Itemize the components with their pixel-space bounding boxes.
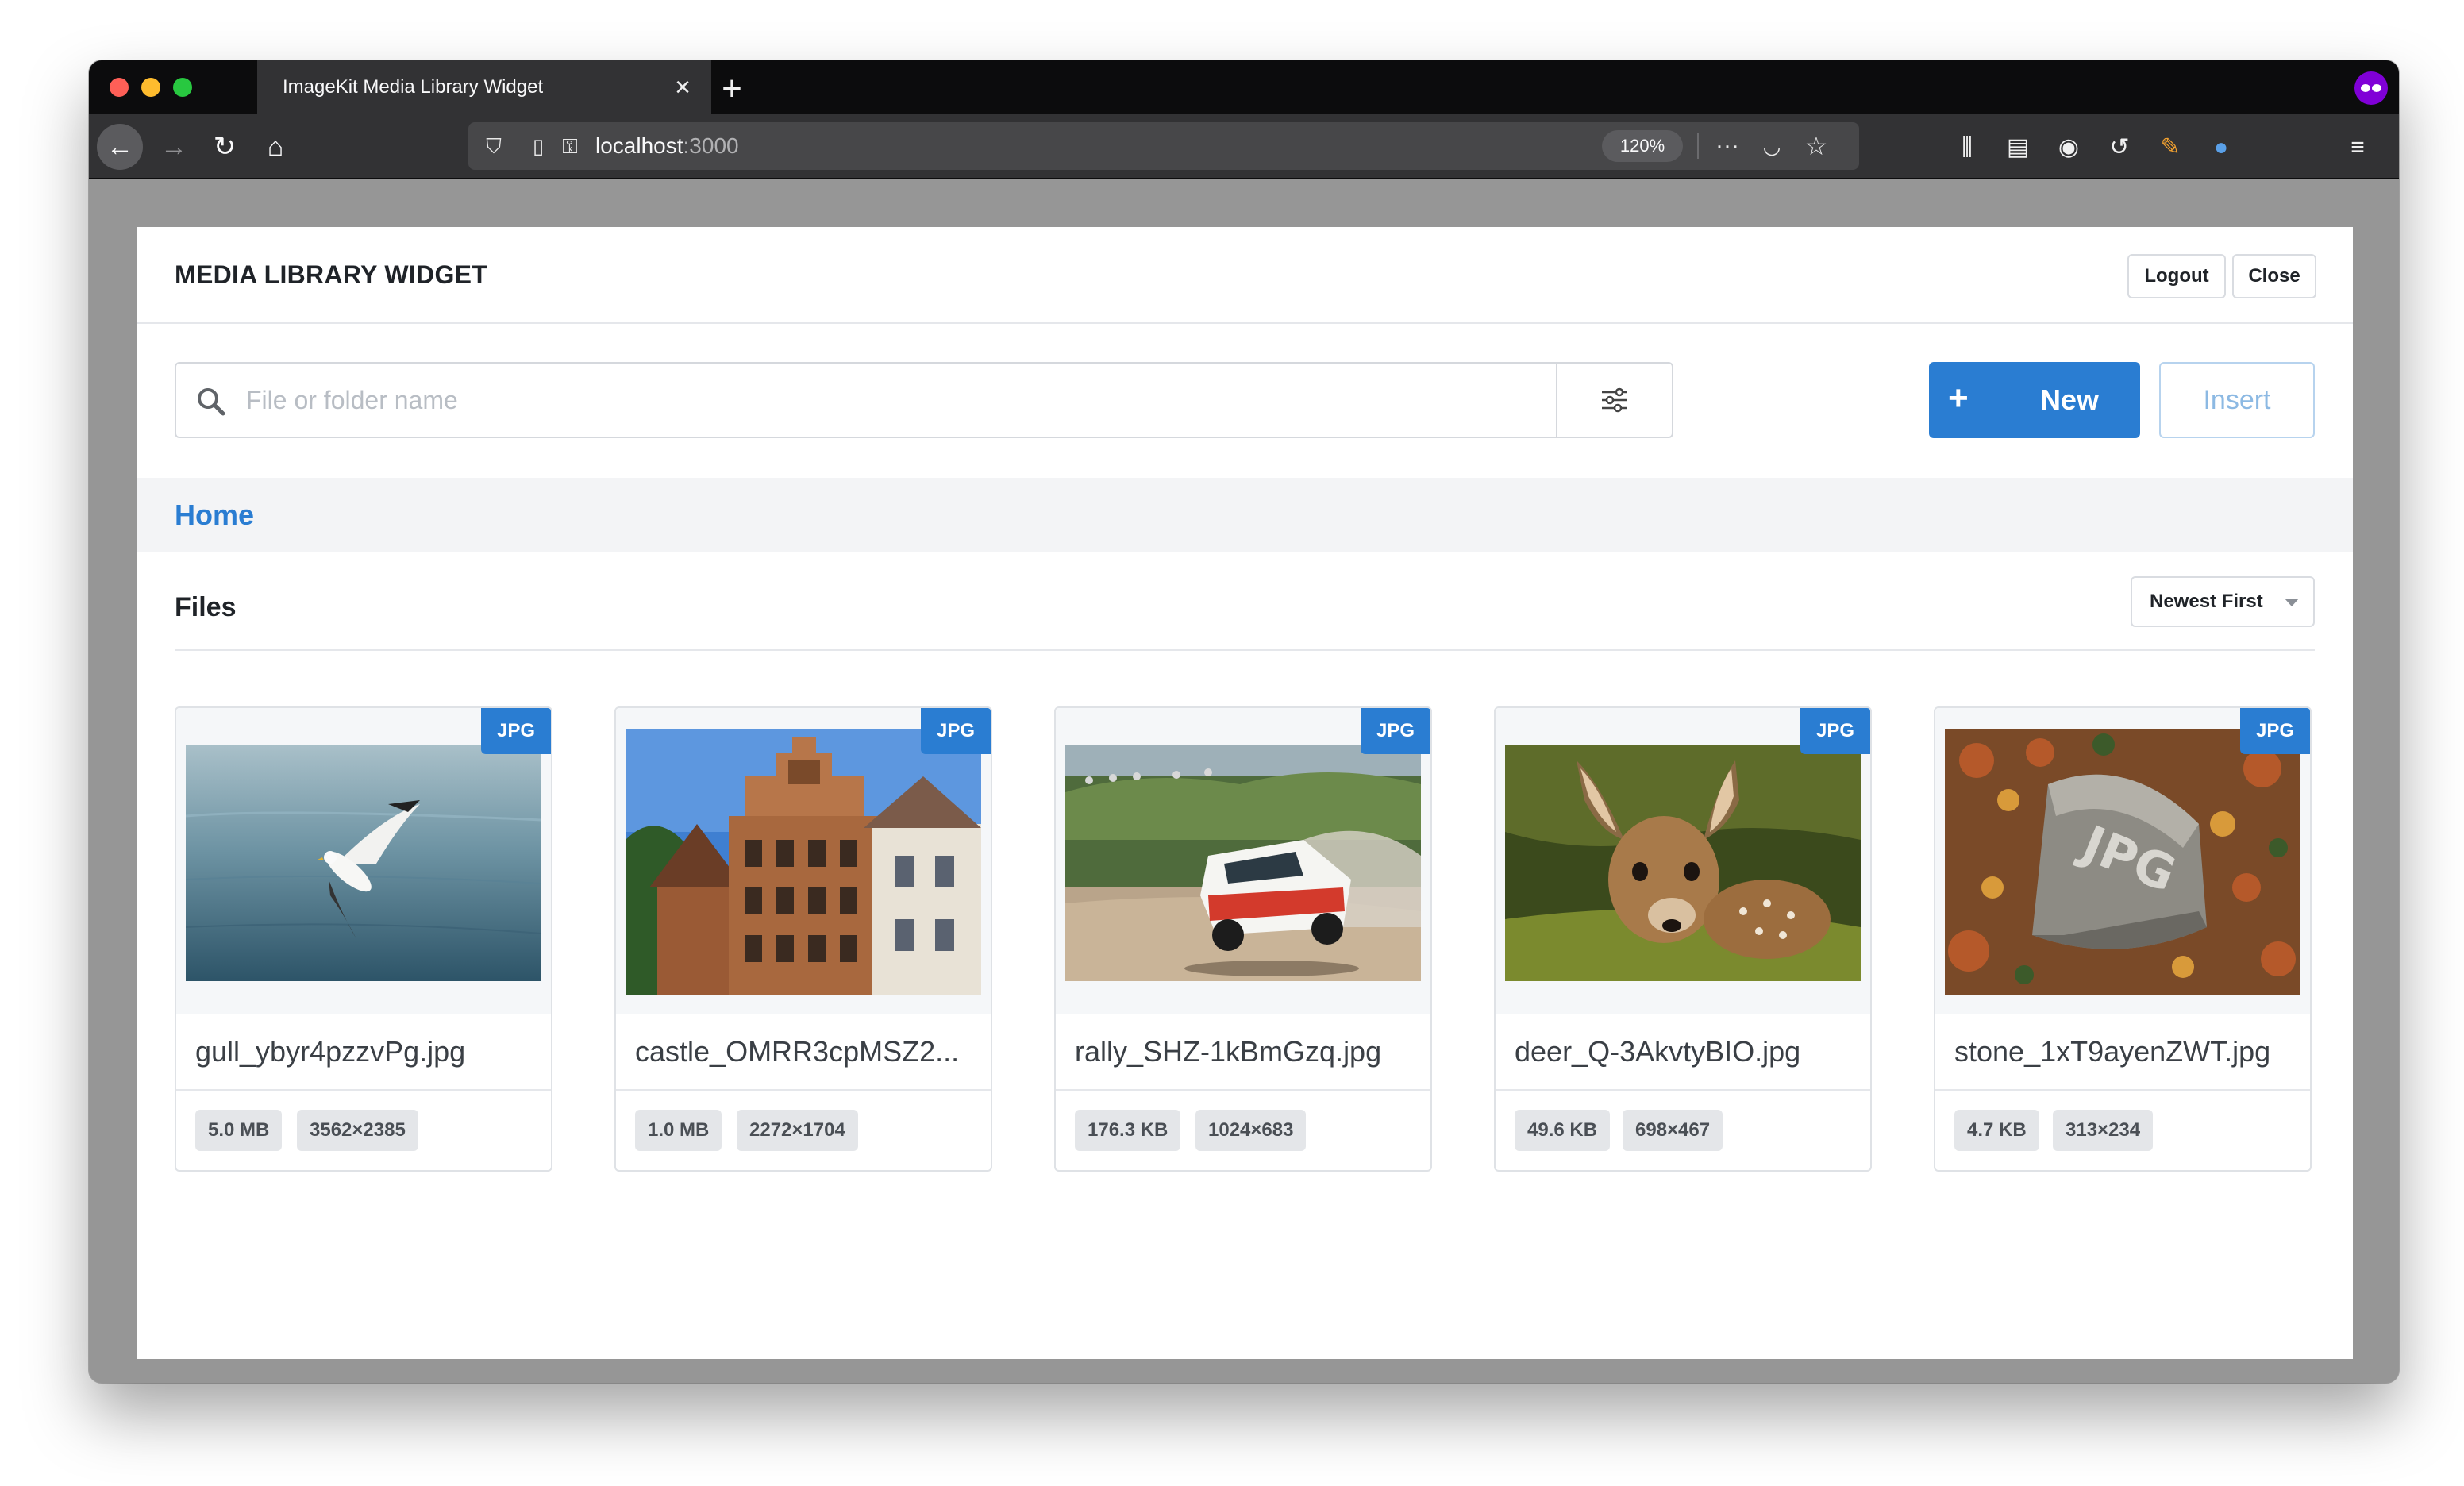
divider (1056, 1089, 1430, 1091)
bookmark-star-icon[interactable]: ☆ (1802, 132, 1831, 160)
file-name: gull_ybyr4pzzvPg.jpg (195, 1035, 466, 1068)
new-button-label: New (2040, 383, 2100, 416)
new-tab-icon[interactable]: + (710, 67, 754, 111)
file-thumbnail (1065, 745, 1421, 981)
divider (175, 649, 2315, 651)
file-dimensions-chip: 3562×2385 (297, 1110, 418, 1151)
file-thumbnail (1505, 745, 1861, 981)
file-thumbnail: JPG (1945, 729, 2300, 995)
sort-selected-value: Newest First (2150, 591, 2263, 612)
address-bar[interactable]: ⛉ ▯ ⚿ localhost:3000 120% ··· ◡ ☆ (468, 122, 1859, 170)
file-card[interactable]: JPG deer_Q-3AkvtyBIO.jpg 49.6 KB 698×467 (1494, 706, 1872, 1172)
tab-title: ImageKit Media Library Widget (283, 76, 544, 98)
extension-badge-icon[interactable]: ● (2205, 132, 2237, 164)
file-type-badge: JPG (2240, 708, 2310, 754)
browser-tab[interactable]: ImageKit Media Library Widget × (257, 60, 711, 114)
new-button[interactable]: + New (1929, 362, 2140, 438)
file-card[interactable]: JPG gull_ybyr4pzzvPg.jpg 5.0 MB 3562×238… (175, 706, 552, 1172)
file-size-chip: 49.6 KB (1515, 1110, 1611, 1151)
file-type-badge: JPG (1361, 708, 1430, 754)
chevron-down-icon (2285, 599, 2299, 606)
private-browsing-icon (2354, 71, 2388, 105)
url-separator (1697, 133, 1699, 159)
account-icon[interactable]: ◉ (2053, 132, 2085, 164)
more-actions-icon[interactable]: ··· (1713, 132, 1742, 160)
file-size-chip: 1.0 MB (635, 1110, 722, 1151)
url-host: localhost (595, 133, 683, 158)
filter-sliders-icon (1602, 387, 1627, 413)
forward-icon[interactable]: → (151, 124, 197, 170)
close-tab-icon[interactable]: × (667, 71, 699, 103)
divider (1935, 1089, 2310, 1091)
divider (616, 1089, 991, 1091)
maximize-window-button[interactable] (173, 78, 192, 97)
files-heading: Files (175, 592, 237, 622)
breadcrumb: Home (137, 478, 2353, 552)
page-title: MEDIA LIBRARY WIDGET (175, 260, 488, 289)
tab-strip: ImageKit Media Library Widget × + (89, 60, 2399, 114)
page-icon[interactable]: ▯ (524, 132, 552, 160)
sort-dropdown[interactable]: Newest First (2131, 576, 2315, 627)
url-text[interactable]: localhost:3000 (595, 122, 739, 170)
search-icon (198, 388, 225, 416)
file-type-badge: JPG (481, 708, 551, 754)
file-dimensions-chip: 1024×683 (1195, 1110, 1307, 1151)
thumbnail-area: JPG JPG (1935, 708, 2310, 1014)
divider (176, 1089, 551, 1091)
minimize-window-button[interactable] (141, 78, 160, 97)
reload-icon[interactable]: ↻ (202, 124, 248, 170)
file-size-chip: 176.3 KB (1075, 1110, 1181, 1151)
thumbnail-area: JPG (1496, 708, 1870, 1014)
thumbnail-area: JPG (616, 708, 991, 1014)
thumbnail-area: JPG (1056, 708, 1430, 1014)
pocket-icon[interactable]: ◡ (1758, 132, 1786, 160)
url-port: :3000 (683, 133, 739, 158)
search-box (175, 362, 1673, 438)
extension-icon[interactable]: ✎ (2154, 132, 2186, 164)
file-type-badge: JPG (1800, 708, 1870, 754)
plus-icon: + (1948, 379, 1969, 418)
media-library-widget: MEDIA LIBRARY WIDGET Logout Close File o… (137, 227, 2353, 1359)
close-button[interactable]: Close (2232, 254, 2316, 298)
thumbnail-area: JPG (176, 708, 551, 1014)
file-dimensions-chip: 313×234 (2053, 1110, 2154, 1151)
zoom-level[interactable]: 120% (1602, 130, 1683, 162)
menu-icon[interactable]: ≡ (2342, 132, 2374, 164)
file-thumbnail (186, 745, 541, 981)
filter-button[interactable] (1556, 364, 1672, 437)
file-dimensions-chip: 698×467 (1623, 1110, 1723, 1151)
file-card[interactable]: JPG rally_SHZ-1kBmGzq.jpg 176.3 KB 1024×… (1054, 706, 1432, 1172)
file-card[interactable]: JPG JPG stone_1xT9ayenZWT.jpg 4.7 KB 313… (1934, 706, 2312, 1172)
logout-button[interactable]: Logout (2127, 254, 2226, 298)
file-card[interactable]: JPG castle_OMRR3cpMSZ2... 1.0 MB 2272×17… (614, 706, 992, 1172)
file-size-chip: 4.7 KB (1954, 1110, 2039, 1151)
app-header: MEDIA LIBRARY WIDGET Logout Close (137, 227, 2353, 324)
file-name: deer_Q-3AkvtyBIO.jpg (1515, 1035, 1801, 1068)
sidebar-icon[interactable]: ▤ (2002, 132, 2034, 164)
file-name: rally_SHZ-1kBmGzq.jpg (1075, 1035, 1382, 1068)
file-dimensions-chip: 2272×1704 (737, 1110, 858, 1151)
back-icon[interactable]: ← (97, 124, 143, 170)
file-size-chip: 5.0 MB (195, 1110, 283, 1151)
key-icon[interactable]: ⚿ (556, 132, 584, 160)
search-input[interactable] (246, 365, 1548, 435)
file-type-badge: JPG (921, 708, 991, 754)
insert-button[interactable]: Insert (2159, 362, 2315, 438)
file-name: castle_OMRR3cpMSZ2... (635, 1035, 960, 1068)
browser-toolbar: ← → ↻ ⌂ ⛉ ▯ ⚿ localhost:3000 120% ··· ◡ … (89, 114, 2399, 179)
browser-window: ImageKit Media Library Widget × + ← → ↻ … (89, 60, 2399, 1383)
divider (1496, 1089, 1870, 1091)
shield-icon[interactable]: ⛉ (479, 132, 508, 160)
file-thumbnail (626, 729, 981, 995)
file-name: stone_1xT9ayenZWT.jpg (1954, 1035, 2271, 1068)
breadcrumb-home[interactable]: Home (175, 478, 254, 552)
library-icon[interactable]: ⫼ (1951, 132, 1983, 164)
history-icon[interactable]: ↺ (2104, 132, 2135, 164)
home-icon[interactable]: ⌂ (252, 124, 298, 170)
close-window-button[interactable] (110, 78, 129, 97)
